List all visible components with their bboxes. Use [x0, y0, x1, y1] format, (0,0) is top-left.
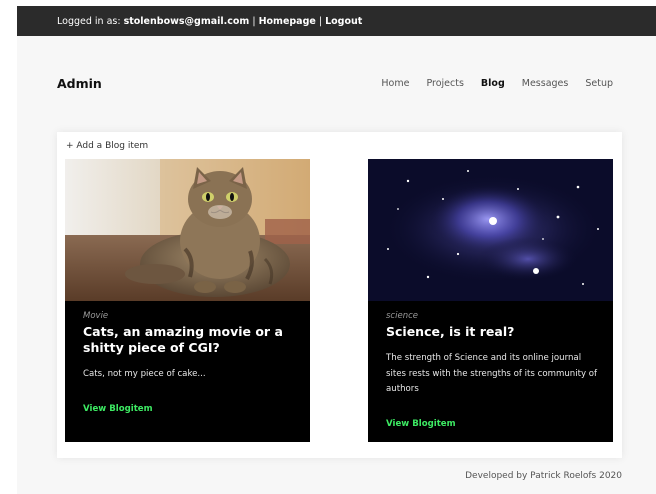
view-blogitem-link[interactable]: View Blogitem	[83, 404, 153, 414]
nav-item-messages[interactable]: Messages	[522, 78, 569, 89]
nav-item-home[interactable]: Home	[381, 78, 409, 89]
nav-item-projects[interactable]: Projects	[426, 78, 463, 89]
page-frame: Logged in as: stolenbows@gmail.com | Hom…	[17, 6, 656, 494]
card-title: Science, is it real?	[386, 324, 515, 339]
homepage-link[interactable]: Homepage	[259, 16, 316, 27]
logged-in-prefix: Logged in as:	[57, 15, 124, 27]
nav-item-blog[interactable]: Blog	[481, 78, 505, 89]
blog-panel: + Add a Blog item Movie Cats, an amazing…	[57, 132, 622, 458]
logout-link[interactable]: Logout	[325, 16, 362, 27]
view-blogitem-link[interactable]: View Blogitem	[386, 419, 456, 429]
footer-credit: Developed by Patrick Roelofs 2020	[465, 471, 622, 481]
brand-logo[interactable]: Admin	[57, 76, 102, 91]
top-bar: Logged in as: stolenbows@gmail.com | Hom…	[17, 6, 656, 36]
card-category: Movie	[83, 311, 109, 321]
nav-item-setup[interactable]: Setup	[585, 78, 613, 89]
user-email: stolenbows@gmail.com	[123, 15, 250, 27]
separator: |	[249, 15, 259, 27]
main-nav: Home Projects Blog Messages Setup	[381, 78, 613, 89]
card-excerpt: Cats, not my piece of cake...	[83, 369, 206, 379]
add-blog-item-link[interactable]: + Add a Blog item	[66, 141, 148, 151]
card-body: science Science, is it real? The strengt…	[386, 311, 599, 430]
card-title: Cats, an amazing movie or a shitty piece…	[83, 324, 283, 355]
card-body: Movie Cats, an amazing movie or a shitty…	[83, 311, 296, 415]
card-excerpt: The strength of Science and its online j…	[386, 353, 598, 394]
blog-card: science Science, is it real? The strengt…	[368, 159, 613, 442]
separator: |	[315, 15, 326, 27]
galaxy-image	[368, 159, 613, 301]
cat-image	[65, 159, 310, 301]
card-category: science	[386, 311, 418, 321]
blog-card: Movie Cats, an amazing movie or a shitty…	[65, 159, 310, 442]
